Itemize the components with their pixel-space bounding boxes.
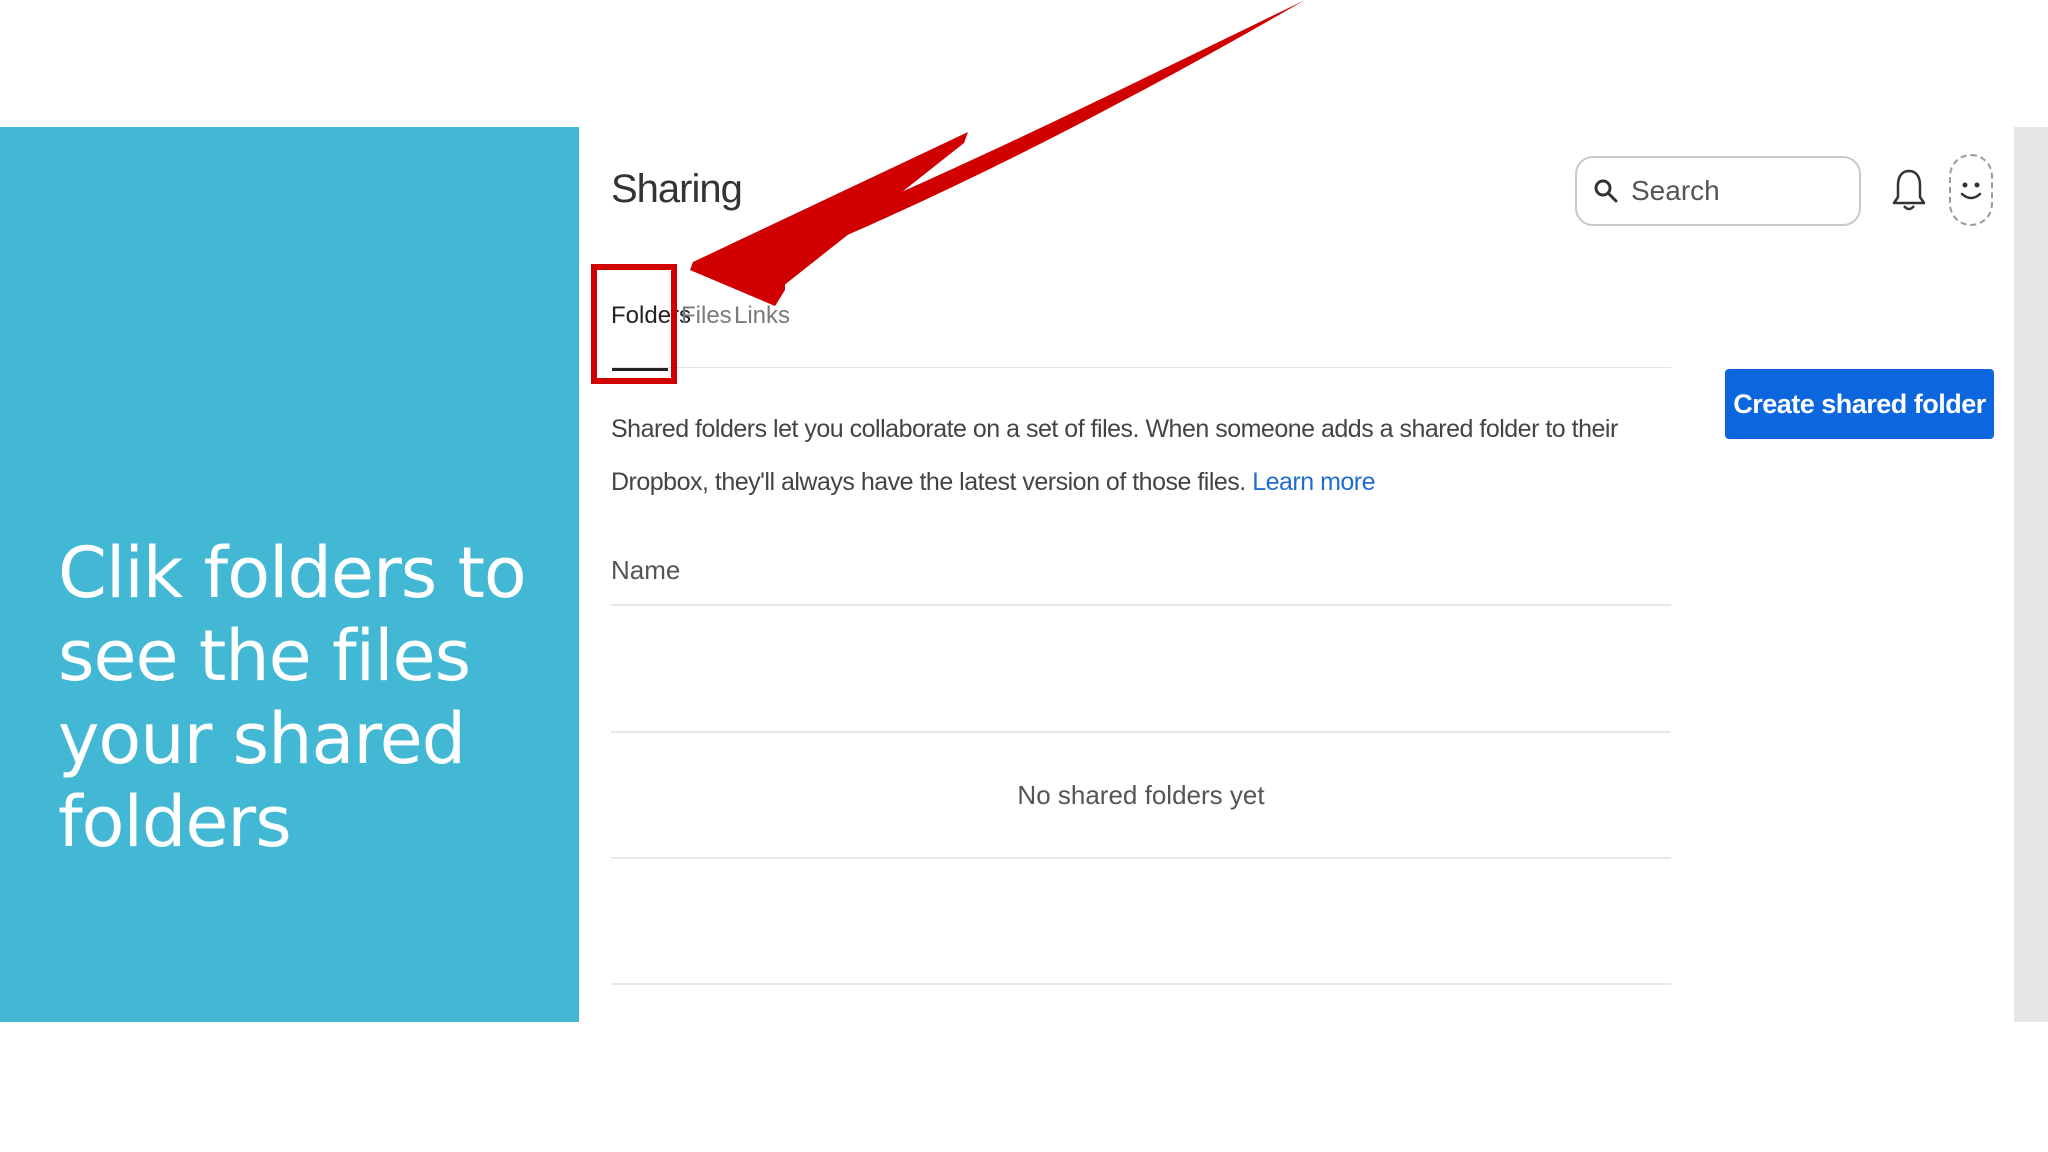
table-divider [611, 857, 1671, 859]
description-text: Shared folders let you collaborate on a … [611, 415, 1618, 496]
tabs-divider [611, 367, 1671, 368]
empty-state-message: No shared folders yet [1017, 780, 1265, 810]
search-input[interactable]: Search [1575, 156, 1861, 226]
table-divider [611, 983, 1671, 985]
shared-folders-description: Shared folders let you collaborate on a … [611, 403, 1676, 509]
slide-panel: Clik folders to see the files your share… [0, 127, 579, 1022]
create-shared-folder-button[interactable]: Create shared folder [1725, 369, 1994, 439]
learn-more-link[interactable]: Learn more [1252, 468, 1375, 496]
search-placeholder: Search [1631, 175, 1720, 206]
name-column-header[interactable]: Name [611, 555, 680, 586]
tab-links[interactable]: Links [734, 302, 790, 330]
dropbox-sharing-page: Sharing Search Folders Files Links Share… [579, 127, 2014, 1022]
bell-icon[interactable] [1892, 167, 1926, 213]
table-divider [611, 731, 1671, 733]
slide-heading: Clik folders to see the files your share… [58, 532, 527, 863]
scrollbar-track[interactable] [2014, 127, 2048, 1022]
smiley-face-icon [1960, 182, 1982, 200]
tab-files[interactable]: Files [681, 302, 732, 330]
avatar[interactable] [1949, 154, 1993, 226]
table-divider [611, 604, 1671, 606]
search-icon [1594, 179, 1618, 203]
page-title: Sharing [611, 167, 743, 211]
annotation-highlight-box [591, 264, 677, 384]
